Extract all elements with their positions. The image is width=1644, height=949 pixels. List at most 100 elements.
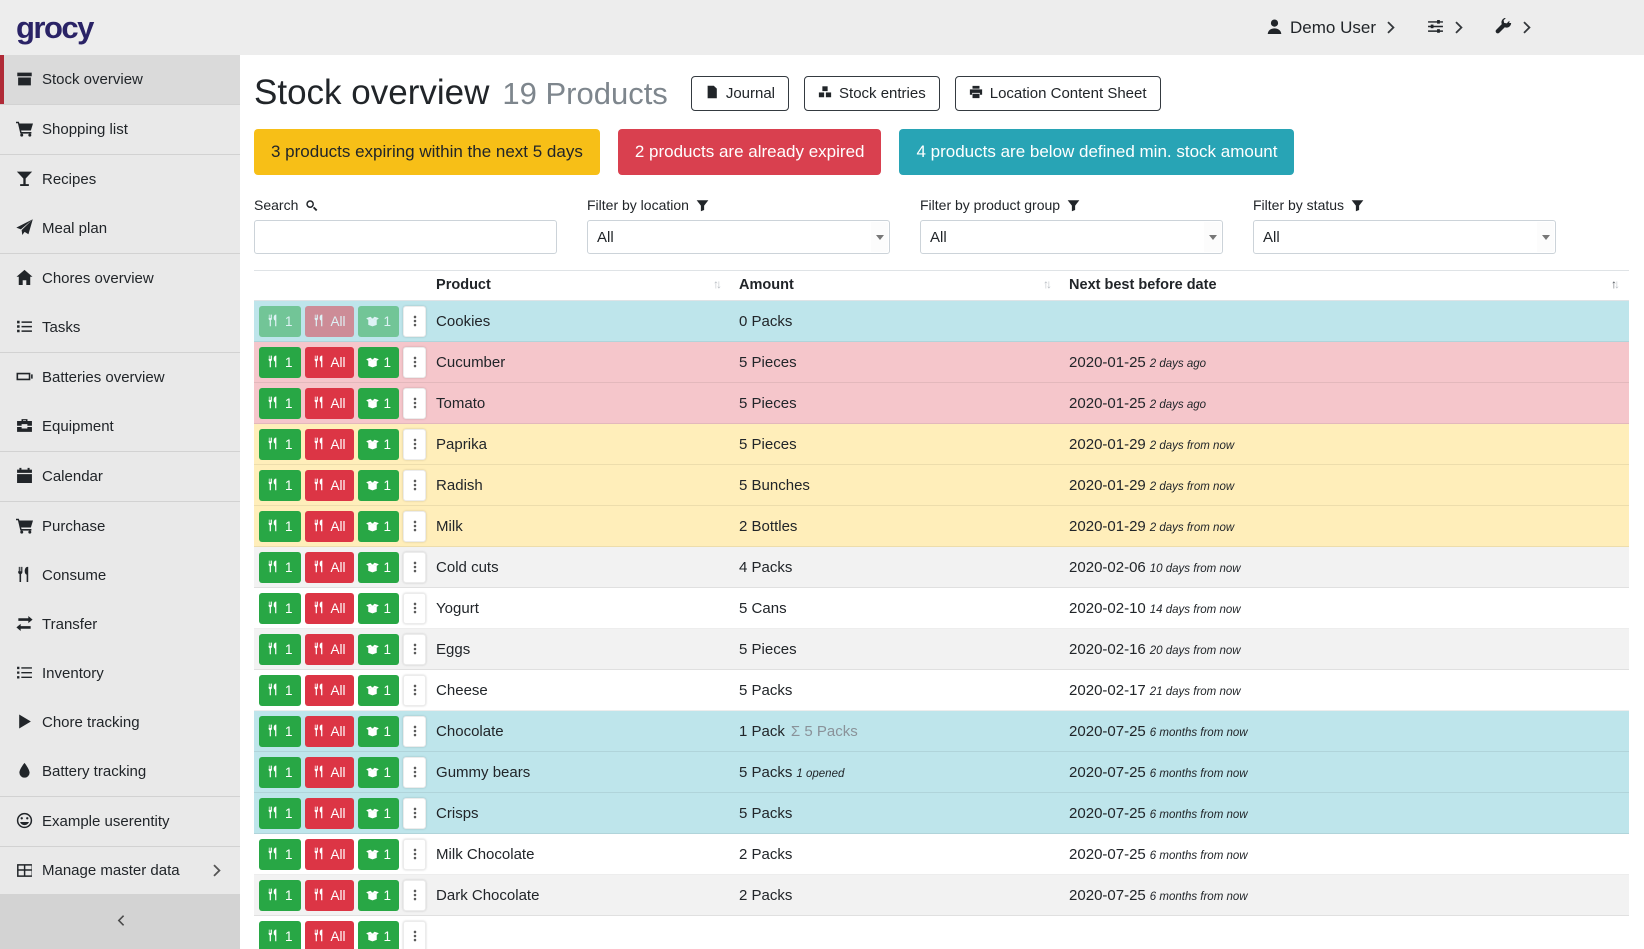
bbd-column-header[interactable]: ↑↓ Next best before date [1061,271,1629,301]
stock-entries-button[interactable]: Stock entries [804,76,940,111]
row-menu-button[interactable] [403,388,426,419]
consume-one-button[interactable]: 1 [259,921,301,949]
admin-menu[interactable] [1495,18,1536,38]
consume-one-button[interactable]: 1 [259,511,301,542]
search-input[interactable] [254,220,557,254]
consume-all-button[interactable]: All [305,593,354,624]
row-menu-button[interactable] [403,593,426,624]
sidebar-item-batteries-overview[interactable]: Batteries overview [0,353,240,402]
sidebar-item-manage-master-data[interactable]: Manage master data [0,847,240,896]
sort-icon[interactable]: ↑↓ [713,277,723,291]
expiring-banner[interactable]: 3 products expiring within the next 5 da… [254,129,600,175]
consume-all-button[interactable]: All [305,921,354,949]
consume-all-button[interactable]: All [305,757,354,788]
consume-all-button[interactable]: All [305,388,354,419]
sidebar-item-tasks[interactable]: Tasks [0,303,240,352]
open-one-button[interactable]: 1 [358,757,400,788]
row-menu-button[interactable] [403,757,426,788]
consume-one-button[interactable]: 1 [259,347,301,378]
row-menu-button[interactable] [403,675,426,706]
row-menu-button[interactable] [403,552,426,583]
below-min-stock-banner[interactable]: 4 products are below defined min. stock … [899,129,1294,175]
open-one-button[interactable]: 1 [358,306,400,337]
consume-all-button[interactable]: All [305,511,354,542]
consume-one-button[interactable]: 1 [259,470,301,501]
row-menu-button[interactable] [403,880,426,911]
sort-icon[interactable]: ↑↓ [1043,277,1053,291]
amount-column-header[interactable]: ↑↓ Amount [731,271,1061,301]
open-one-button[interactable]: 1 [358,921,400,949]
sidebar-item-stock-overview[interactable]: Stock overview [0,55,240,104]
row-menu-button[interactable] [403,429,426,460]
row-menu-button[interactable] [403,306,426,337]
expired-banner[interactable]: 2 products are already expired [618,129,882,175]
sidebar-collapse-button[interactable] [0,894,240,949]
consume-all-button[interactable]: All [305,798,354,829]
row-menu-button[interactable] [403,347,426,378]
consume-one-button[interactable]: 1 [259,306,301,337]
consume-all-button[interactable]: All [305,675,354,706]
open-one-button[interactable]: 1 [358,839,400,870]
sidebar-item-inventory[interactable]: Inventory [0,649,240,698]
consume-one-button[interactable]: 1 [259,552,301,583]
consume-one-button[interactable]: 1 [259,716,301,747]
sidebar-item-calendar[interactable]: Calendar [0,452,240,501]
sidebar-item-transfer[interactable]: Transfer [0,600,240,649]
location-content-sheet-button[interactable]: Location Content Sheet [955,76,1161,111]
consume-one-button[interactable]: 1 [259,593,301,624]
consume-all-button[interactable]: All [305,634,354,665]
consume-all-button[interactable]: All [305,880,354,911]
row-menu-button[interactable] [403,470,426,501]
sidebar-item-chore-tracking[interactable]: Chore tracking [0,698,240,747]
row-menu-button[interactable] [403,511,426,542]
app-logo[interactable]: grocy [16,10,93,46]
sidebar-item-battery-tracking[interactable]: Battery tracking [0,747,240,796]
consume-one-button[interactable]: 1 [259,634,301,665]
row-menu-button[interactable] [403,921,426,949]
sidebar-item-purchase[interactable]: Purchase [0,502,240,551]
consume-one-button[interactable]: 1 [259,675,301,706]
row-menu-button[interactable] [403,634,426,665]
open-one-button[interactable]: 1 [358,511,400,542]
consume-one-button[interactable]: 1 [259,798,301,829]
product-column-header[interactable]: ↑↓ Product [428,271,731,301]
sidebar-item-meal-plan[interactable]: Meal plan [0,204,240,253]
status-select[interactable]: All [1253,220,1556,254]
sort-icon[interactable]: ↑↓ [1611,277,1621,291]
journal-button[interactable]: Journal [691,76,789,111]
open-one-button[interactable]: 1 [358,675,400,706]
location-select[interactable]: All [587,220,890,254]
consume-all-button[interactable]: All [305,429,354,460]
consume-all-button[interactable]: All [305,347,354,378]
consume-all-button[interactable]: All [305,552,354,583]
open-one-button[interactable]: 1 [358,347,400,378]
row-menu-button[interactable] [403,839,426,870]
sidebar-item-example-userentity[interactable]: Example userentity [0,797,240,846]
open-one-button[interactable]: 1 [358,552,400,583]
open-one-button[interactable]: 1 [358,880,400,911]
consume-one-button[interactable]: 1 [259,839,301,870]
open-one-button[interactable]: 1 [358,716,400,747]
user-menu[interactable]: Demo User [1266,18,1400,38]
product-group-select[interactable]: All [920,220,1223,254]
open-one-button[interactable]: 1 [358,634,400,665]
consume-one-button[interactable]: 1 [259,880,301,911]
consume-one-button[interactable]: 1 [259,388,301,419]
open-one-button[interactable]: 1 [358,470,400,501]
row-menu-button[interactable] [403,798,426,829]
sidebar-item-recipes[interactable]: Recipes [0,155,240,204]
consume-one-button[interactable]: 1 [259,757,301,788]
sidebar-item-shopping-list[interactable]: Shopping list [0,105,240,154]
consume-one-button[interactable]: 1 [259,429,301,460]
open-one-button[interactable]: 1 [358,388,400,419]
row-menu-button[interactable] [403,716,426,747]
open-one-button[interactable]: 1 [358,798,400,829]
sidebar-item-consume[interactable]: Consume [0,551,240,600]
settings-menu[interactable] [1427,18,1468,38]
consume-all-button[interactable]: All [305,716,354,747]
consume-all-button[interactable]: All [305,839,354,870]
sidebar-item-chores-overview[interactable]: Chores overview [0,254,240,303]
sidebar-item-equipment[interactable]: Equipment [0,402,240,451]
consume-all-button[interactable]: All [305,306,354,337]
open-one-button[interactable]: 1 [358,429,400,460]
